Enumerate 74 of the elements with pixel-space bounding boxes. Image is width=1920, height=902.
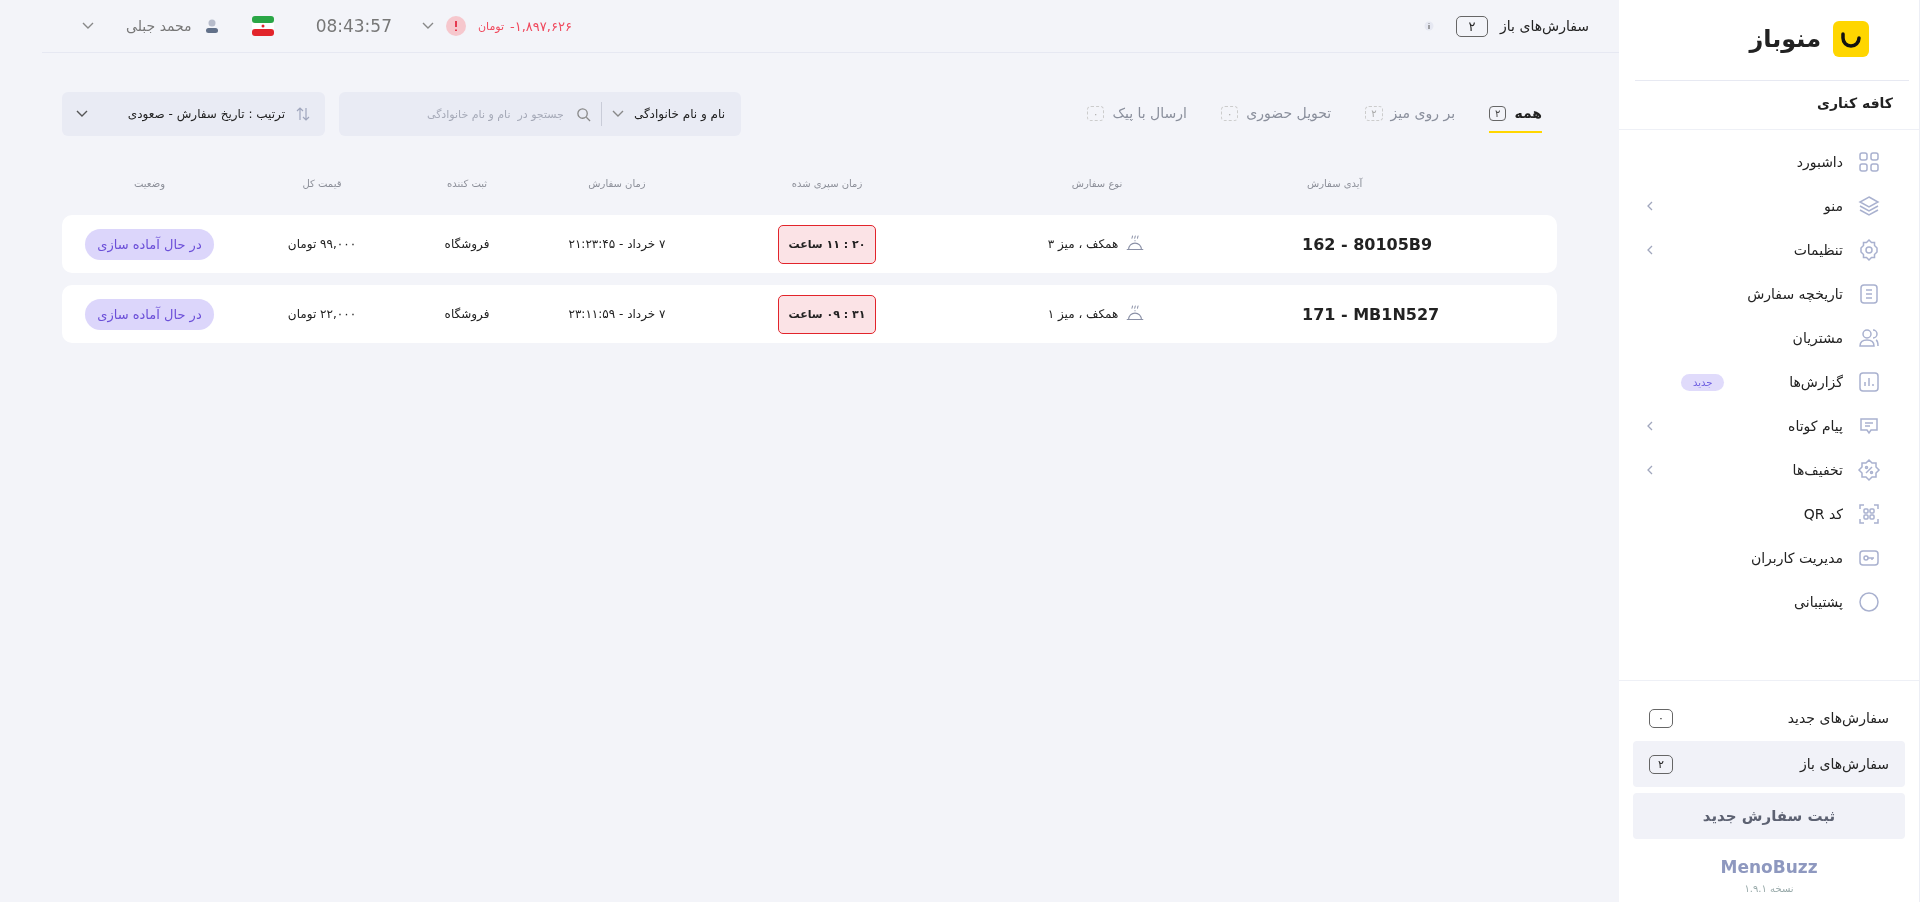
- doc-icon: [1857, 282, 1881, 306]
- status-badge: در حال آماده سازی: [85, 228, 214, 260]
- order-time: ۷ خرداد - ۲۱:۲۳:۴۵: [567, 237, 667, 251]
- chevron-down-icon: [76, 110, 88, 118]
- order-type: همکف ، میز ۱: [1047, 307, 1119, 321]
- search-field[interactable]: نام و نام خانوادگی جستجو در نام و نام خانوادگی: [339, 92, 741, 136]
- creator: فروشگاه: [443, 307, 491, 321]
- sidebar-item[interactable]: تاریخچه سفارش: [1619, 272, 1919, 316]
- total-price: ۲۲,۰۰۰ تومان: [286, 307, 358, 321]
- users-icon: [1857, 326, 1881, 350]
- creator: فروشگاه: [443, 237, 491, 251]
- queue-label: سفارش‌های جدید: [1787, 710, 1889, 726]
- clock: 08:43:57: [315, 16, 392, 36]
- qr-icon: [1857, 502, 1881, 526]
- total-price: ۹۹,۰۰۰ تومان: [286, 237, 358, 251]
- sidebar-item[interactable]: کد QR: [1619, 492, 1919, 536]
- column-header: وضعیت: [133, 177, 166, 189]
- flag-icon[interactable]: [251, 15, 274, 37]
- sidebar-item[interactable]: تنظیمات: [1619, 228, 1919, 272]
- gear-icon: [1857, 238, 1881, 262]
- status-badge: در حال آماده سازی: [85, 298, 214, 330]
- version-text: نسخه ۱.۹.۱: [1744, 883, 1794, 894]
- sidebar-item[interactable]: مدیریت کاربران: [1619, 536, 1919, 580]
- logo-icon: [1833, 21, 1869, 57]
- sort-icon: [295, 106, 311, 122]
- chevron-down-icon[interactable]: [611, 110, 624, 118]
- search-icon: [575, 106, 591, 122]
- order-id: 162 - 80105B9: [1301, 234, 1434, 254]
- count-badge: ۰: [1649, 708, 1673, 728]
- circle-icon: [1857, 590, 1881, 614]
- layers-icon: [1857, 194, 1881, 218]
- percent-icon: [1857, 458, 1881, 482]
- chevron-down-icon[interactable]: [82, 22, 94, 30]
- order-time: ۷ خرداد - ۲۳:۱۱:۵۹: [567, 307, 667, 321]
- sort-dropdown[interactable]: ترتیب : تاریخ سفارش - صعودی: [62, 92, 325, 136]
- elapsed-time-badge: ۳۱ : ۰۹ ساعت: [777, 294, 877, 334]
- chevron-down-icon[interactable]: [422, 22, 434, 30]
- user-name[interactable]: محمد جبلی: [126, 18, 192, 34]
- new-order-button[interactable]: ثبت سفارش جدید: [1633, 793, 1905, 839]
- sidebar-item[interactable]: منو: [1619, 184, 1919, 228]
- search-scope-dropdown[interactable]: نام و نام خانوادگی: [633, 107, 725, 121]
- sidebar-item[interactable]: گزارش‌ها جدید: [1619, 360, 1919, 404]
- grid-icon: [1857, 150, 1881, 174]
- sidebar-item[interactable]: تخفیف‌ها: [1619, 448, 1919, 492]
- new-badge: جدید: [1681, 373, 1725, 391]
- sidebar-item[interactable]: داشبورد: [1619, 140, 1919, 184]
- chart-icon: [1857, 370, 1881, 394]
- column-header: آیدی سفارش: [1306, 177, 1364, 189]
- order-queue-item[interactable]: سفارش‌های باز ۲: [1633, 741, 1905, 787]
- brand-name: منوباز: [1749, 25, 1821, 53]
- column-header: نوع سفارش: [1070, 177, 1124, 189]
- info-icon: [1424, 21, 1435, 31]
- sidebar-item[interactable]: پیام کوتاه: [1619, 404, 1919, 448]
- sidebar-item[interactable]: پشتیبانی: [1619, 580, 1919, 624]
- venue-name: کافه کناری: [1619, 81, 1919, 130]
- column-header: ثبت کننده: [445, 177, 489, 189]
- footer-logo: MenoBuzz: [1720, 857, 1818, 877]
- column-header: قیمت کل: [301, 177, 343, 189]
- queue-label: سفارش‌های باز: [1800, 756, 1889, 772]
- balance-currency: تومان: [478, 19, 505, 33]
- alert-icon: [446, 16, 466, 36]
- order-queue-item[interactable]: سفارش‌های جدید ۰: [1633, 695, 1905, 741]
- open-orders-label: سفارش‌های باز: [1500, 18, 1589, 34]
- order-id: 171 - MB1N527: [1301, 304, 1441, 324]
- column-header: زمان سفارش: [587, 177, 647, 189]
- column-header: زمان سپری شده: [790, 177, 864, 189]
- count-badge: ۲: [1649, 754, 1673, 774]
- elapsed-time-badge: ۲۰ : ۱۱ ساعت: [777, 224, 877, 264]
- sidebar-item[interactable]: مشتریان: [1619, 316, 1919, 360]
- user-icon: [203, 18, 220, 34]
- filter-tab[interactable]: همه ۲: [1489, 95, 1542, 133]
- order-type: همکف ، میز ۳: [1047, 237, 1119, 251]
- count-badge: ۲: [1456, 15, 1489, 37]
- balance-amount: -۱,۸۹۷,۶۲۶: [510, 18, 572, 34]
